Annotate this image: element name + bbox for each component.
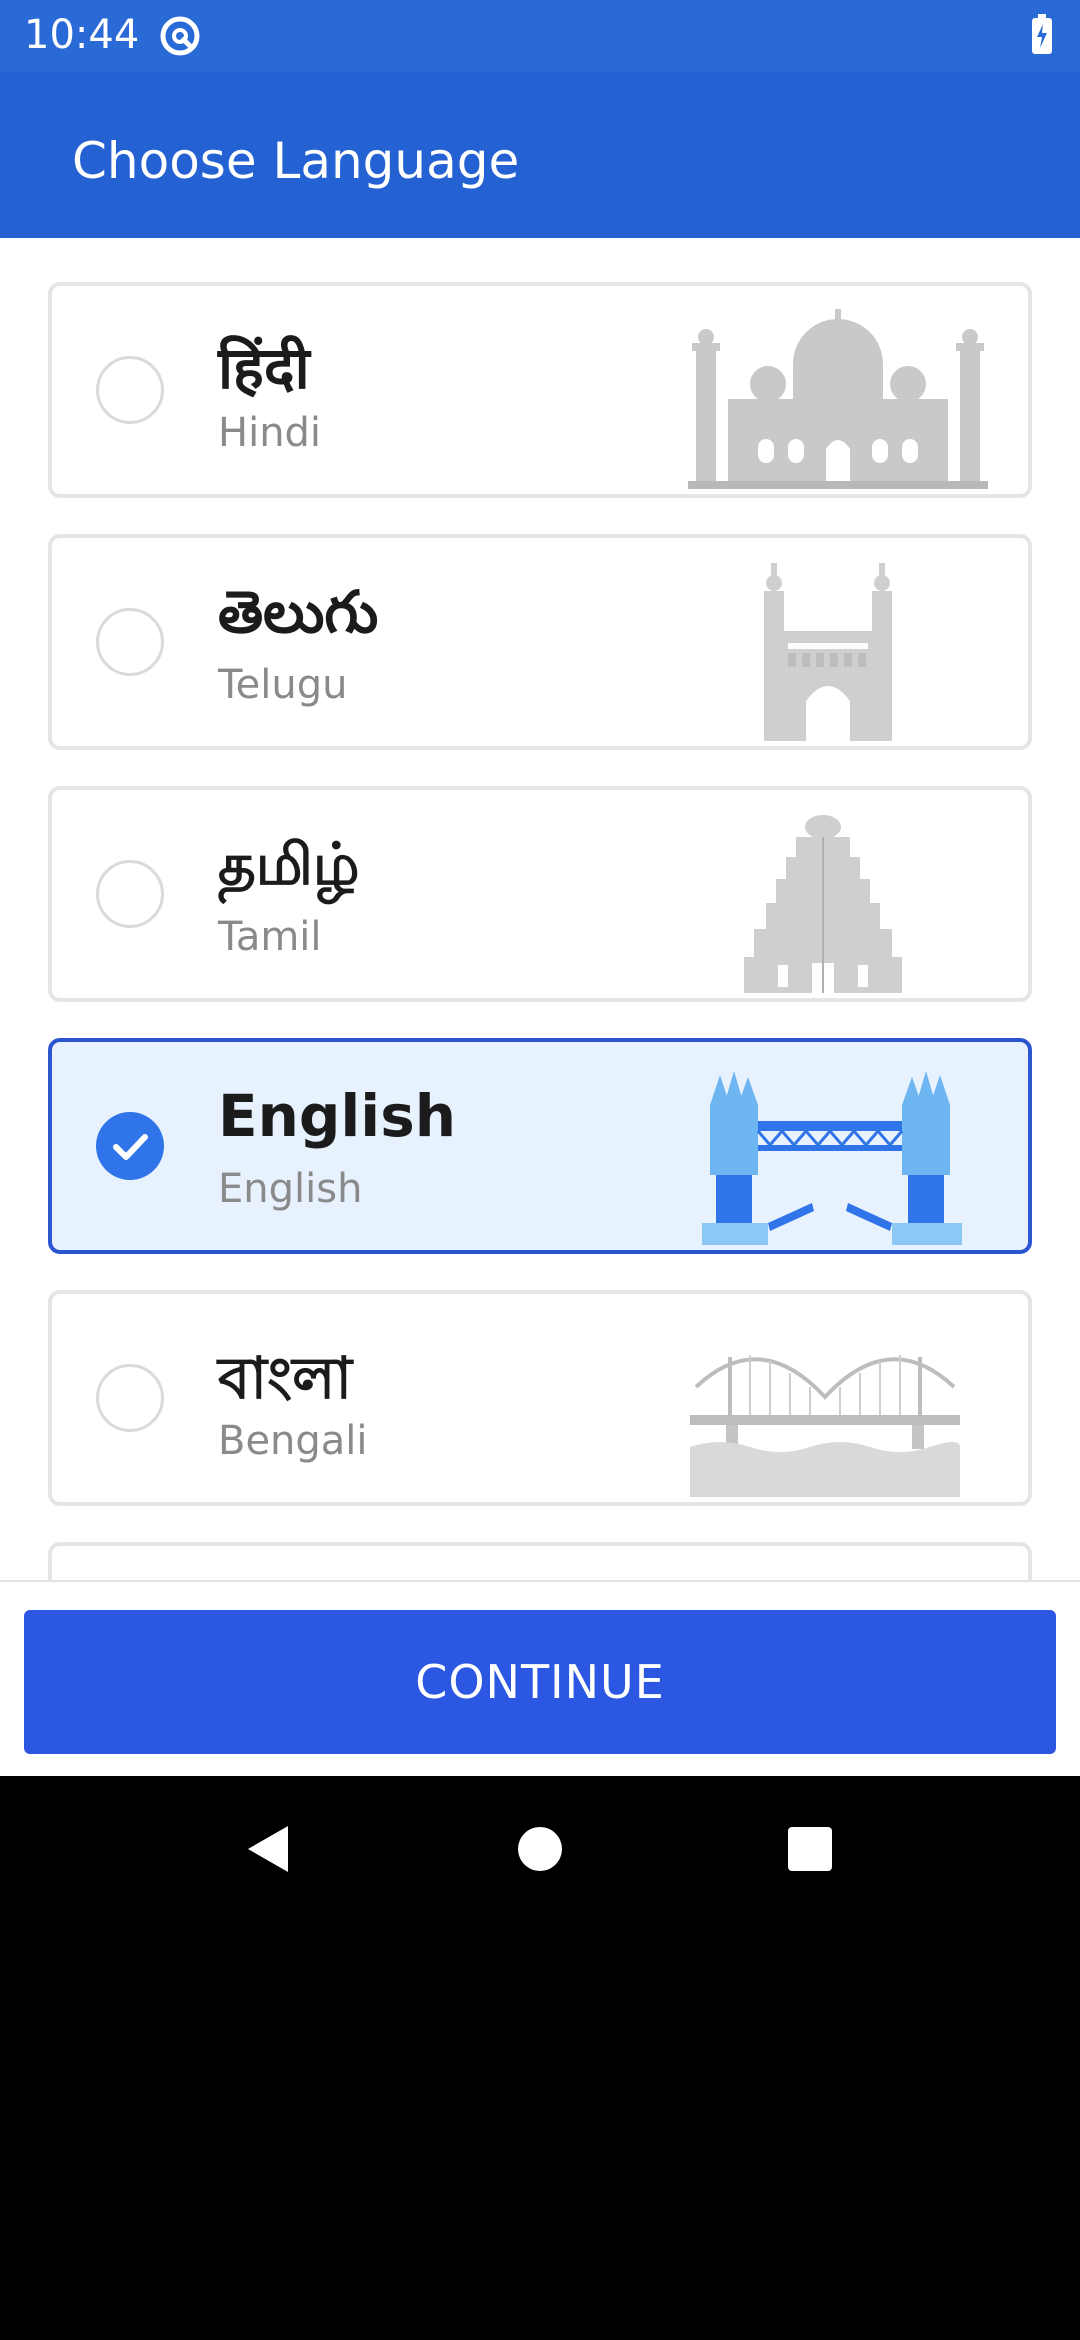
language-list[interactable]: हिंदी Hindi తెలుగు Telugu தமிழ் Tamil En… bbox=[0, 238, 1080, 1580]
language-option-tamil[interactable]: தமிழ் Tamil bbox=[48, 786, 1032, 1002]
language-option-telugu[interactable]: తెలుగు Telugu bbox=[48, 534, 1032, 750]
taj-mahal-icon bbox=[688, 309, 988, 494]
status-bar: 10:44 bbox=[0, 0, 1080, 72]
language-option-partial[interactable] bbox=[48, 1542, 1032, 1580]
app-bar: Choose Language bbox=[0, 72, 1080, 238]
language-native-name: हिंदी bbox=[218, 334, 310, 402]
language-english-name: Hindi bbox=[218, 410, 322, 456]
bottom-action-bar: CONTINUE bbox=[0, 1580, 1080, 1778]
language-native-name: English bbox=[218, 1082, 457, 1150]
language-english-name: Bengali bbox=[218, 1418, 368, 1464]
page-title: Choose Language bbox=[72, 132, 520, 190]
radio-unchecked[interactable] bbox=[96, 608, 164, 676]
tower-bridge-icon bbox=[702, 1065, 962, 1250]
recents-icon[interactable] bbox=[788, 1824, 832, 1879]
status-time: 10:44 bbox=[24, 12, 140, 58]
language-option-bengali[interactable]: বাংলা Bengali bbox=[48, 1290, 1032, 1506]
home-icon[interactable] bbox=[518, 1824, 562, 1879]
howrah-bridge-icon bbox=[690, 1317, 960, 1502]
check-icon bbox=[113, 1134, 148, 1160]
continue-button[interactable]: CONTINUE bbox=[24, 1610, 1056, 1754]
charminar-icon bbox=[758, 561, 898, 746]
temple-gopuram-icon bbox=[738, 813, 908, 998]
radio-unchecked[interactable] bbox=[96, 356, 164, 424]
radio-unchecked[interactable] bbox=[96, 860, 164, 928]
language-english-name: Telugu bbox=[218, 662, 348, 708]
language-option-hindi[interactable]: हिंदी Hindi bbox=[48, 282, 1032, 498]
language-option-english[interactable]: English English bbox=[48, 1038, 1032, 1254]
language-native-name: తెలుగు bbox=[218, 578, 379, 646]
language-english-name: Tamil bbox=[218, 914, 322, 960]
battery-charging-icon bbox=[1030, 14, 1054, 61]
radio-unchecked[interactable] bbox=[96, 1364, 164, 1432]
language-native-name: বাংলা bbox=[218, 1344, 353, 1412]
data-saver-icon bbox=[158, 14, 202, 63]
system-navigation-bar bbox=[0, 1776, 1080, 1916]
back-icon[interactable] bbox=[244, 1824, 290, 1879]
language-english-name: English bbox=[218, 1166, 363, 1212]
language-native-name: தமிழ் bbox=[218, 830, 360, 898]
radio-checked[interactable] bbox=[96, 1112, 164, 1180]
